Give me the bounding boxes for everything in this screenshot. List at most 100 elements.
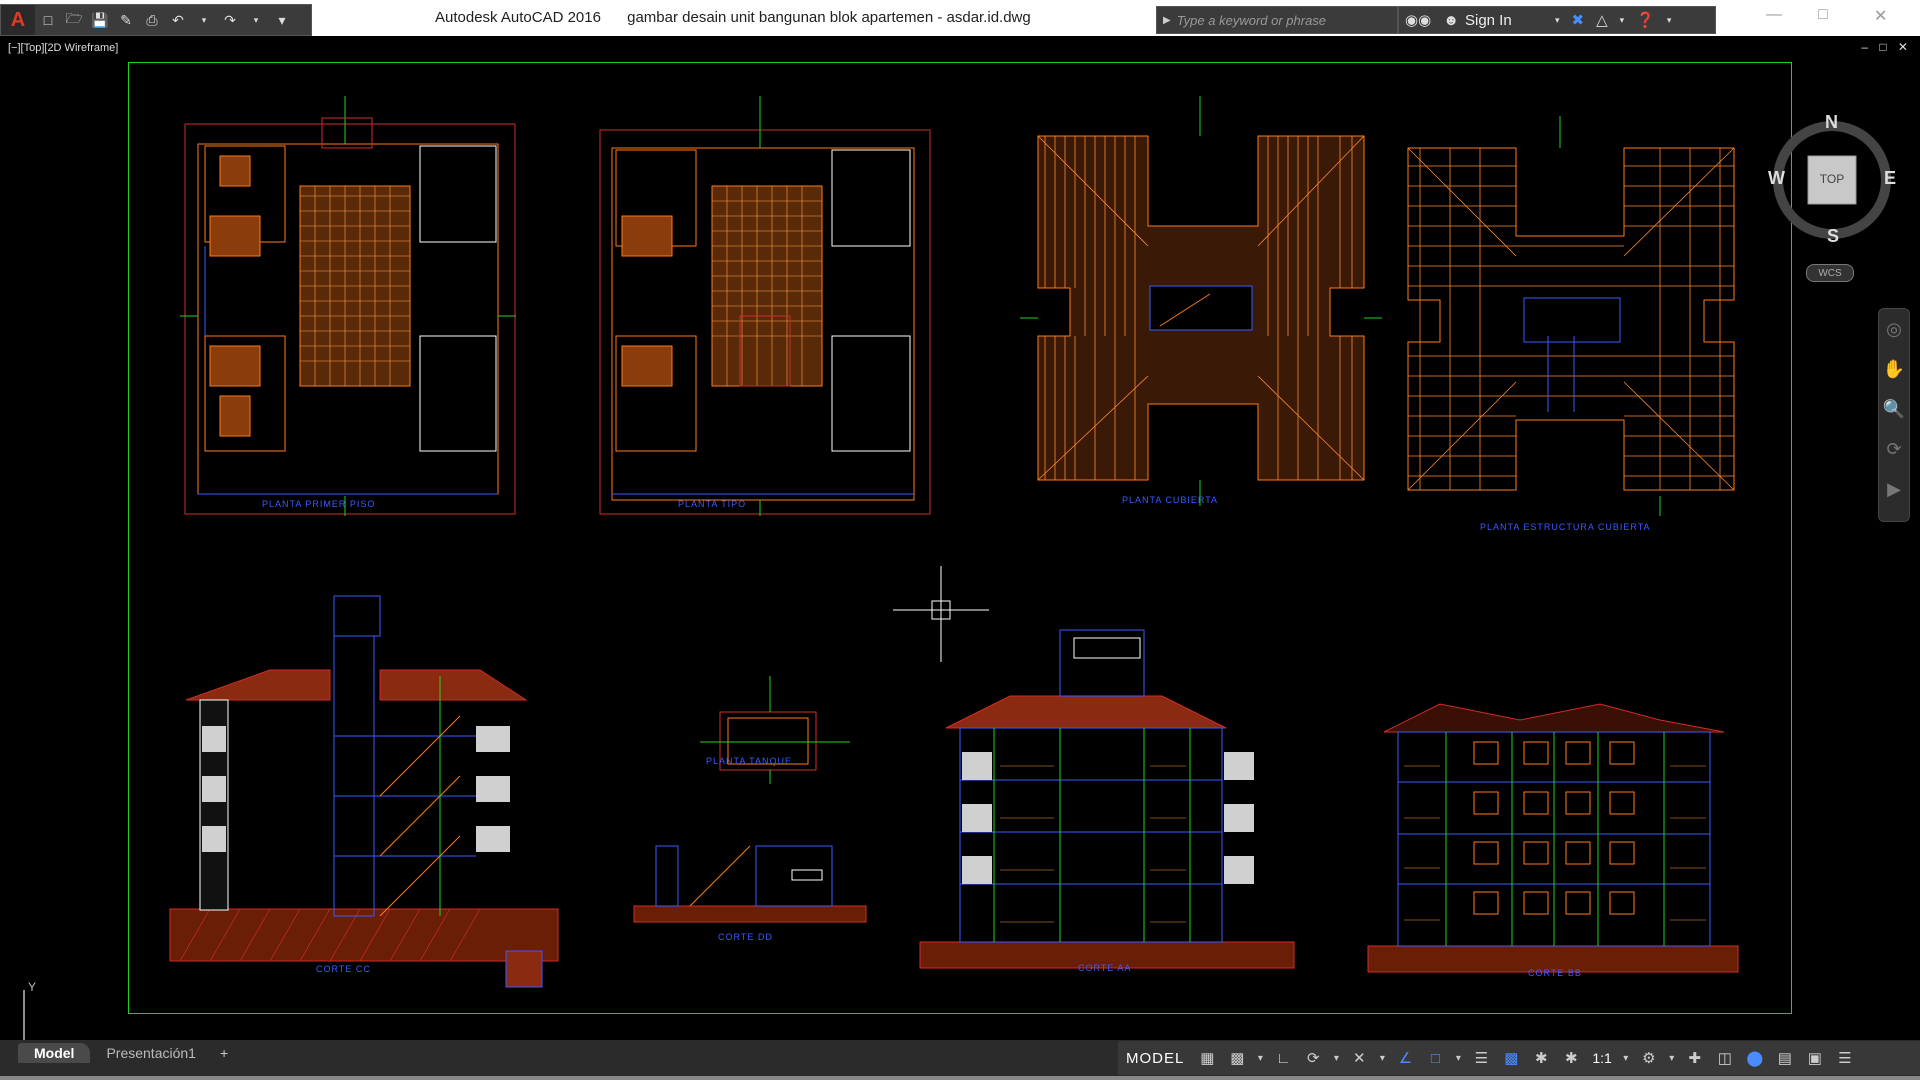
label-planta-estructura: PLANTA ESTRUCTURA CUBIERTA xyxy=(1480,522,1651,532)
application-menu-button[interactable]: A xyxy=(1,5,35,35)
snap-icon[interactable]: ▩ xyxy=(1222,1049,1252,1067)
infer-constraints-icon[interactable]: ∟ xyxy=(1268,1050,1298,1067)
label-planta-primer-piso: PLANTA PRIMER PISO xyxy=(262,499,376,509)
roof-structure-plan xyxy=(1407,116,1735,516)
quick-access-toolbar: A □ 🗁 💾 ✎ ⎙ ↶ ▾ ↷ ▾ ▾ xyxy=(0,4,312,36)
tab-presentacion1[interactable]: Presentación1 xyxy=(90,1043,212,1063)
redo-dropdown-icon[interactable]: ▾ xyxy=(245,9,267,31)
account-area: ◉◉ ☻ Sign In ▾ ✖ △ ▾ ❓ ▾ xyxy=(1398,6,1716,34)
grid-icon[interactable]: ▦ xyxy=(1192,1049,1222,1067)
annotation-scale[interactable]: 1:1 xyxy=(1586,1050,1617,1066)
floor-plan-typical xyxy=(599,96,931,516)
orbit-icon[interactable]: ⟳ xyxy=(1879,429,1909,469)
crosshair-cursor xyxy=(893,566,989,662)
close-icon[interactable]: ✕ xyxy=(1874,6,1887,26)
compass-east[interactable]: E xyxy=(1884,168,1896,189)
annotation-monitor-icon[interactable]: ✚ xyxy=(1680,1049,1710,1067)
label-planta-cubierta: PLANTA CUBIERTA xyxy=(1122,495,1219,505)
360-dropdown-icon[interactable]: ▾ xyxy=(1620,15,1625,26)
steering-wheel-icon[interactable]: ◎ xyxy=(1879,309,1909,349)
sign-in-button[interactable]: Sign In xyxy=(1465,12,1549,29)
help-dropdown-icon[interactable]: ▾ xyxy=(1667,15,1672,26)
expand-icon[interactable]: ▶ xyxy=(1163,15,1171,26)
compass-south[interactable]: S xyxy=(1827,226,1839,247)
exchange-icon[interactable]: ✖ xyxy=(1572,11,1585,29)
section-dd xyxy=(633,845,867,923)
label-corte-aa: CORTE AA xyxy=(1078,963,1132,973)
section-aa xyxy=(919,629,1295,969)
drawing-area[interactable]: [−][Top][2D Wireframe] – □ ✕ PLANTA PRIM… xyxy=(0,36,1920,1052)
customization-icon[interactable]: ☰ xyxy=(1830,1049,1860,1067)
search-input[interactable]: ▶ Type a keyword or phrase xyxy=(1156,6,1398,34)
open-icon[interactable]: 🗁 xyxy=(63,9,85,31)
plot-icon[interactable]: ⎙ xyxy=(141,9,163,31)
snap-dropdown-icon[interactable]: ▾ xyxy=(1252,1053,1268,1064)
save-as-icon[interactable]: ✎ xyxy=(115,9,137,31)
tank-plan xyxy=(700,676,850,784)
label-corte-dd: CORTE DD xyxy=(718,932,773,942)
floor-plan-first xyxy=(180,96,516,516)
workspace-dropdown-icon[interactable]: ▾ xyxy=(1664,1053,1680,1064)
object-snap-icon[interactable]: □ xyxy=(1420,1050,1450,1067)
isolate-objects-icon[interactable]: ⬤ xyxy=(1740,1049,1770,1067)
user-icon[interactable]: ☻ xyxy=(1443,12,1459,29)
compass-north[interactable]: N xyxy=(1825,112,1838,133)
workspace-gear-icon[interactable]: ⚙ xyxy=(1634,1049,1664,1067)
showmotion-icon[interactable]: ▶ xyxy=(1879,469,1909,509)
section-cc xyxy=(169,595,559,988)
polar-dropdown-icon[interactable]: ▾ xyxy=(1328,1053,1344,1064)
viewcube[interactable]: TOP N S E W xyxy=(1768,112,1896,247)
clean-screen-icon[interactable]: ▣ xyxy=(1800,1049,1830,1067)
object-snap-tracking-icon[interactable]: ∠ xyxy=(1390,1049,1420,1067)
isodraft-dropdown-icon[interactable]: ▾ xyxy=(1374,1053,1390,1064)
help-icon[interactable]: ❓ xyxy=(1636,11,1655,29)
ucs-y-label: Y xyxy=(28,980,37,994)
scale-dropdown-icon[interactable]: ▾ xyxy=(1618,1053,1634,1064)
units-icon[interactable]: ◫ xyxy=(1710,1049,1740,1067)
maximize-icon[interactable]: □ xyxy=(1818,6,1828,24)
status-tools: MODEL ▦ ▩ ▾ ∟ ⟳ ▾ ✕ ▾ ∠ □ ▾ ☰ ▩ ✱ ✱ 1:1 … xyxy=(1118,1041,1920,1075)
viewcube-top-face[interactable]: TOP xyxy=(1808,172,1856,186)
label-corte-cc: CORTE CC xyxy=(316,964,371,974)
app-name: Autodesk AutoCAD 2016 xyxy=(435,9,601,26)
add-layout-button[interactable]: + xyxy=(212,1043,236,1063)
compass-west[interactable]: W xyxy=(1768,168,1785,189)
label-planta-tipo: PLANTA TIPO xyxy=(678,499,747,509)
model-space-button[interactable]: MODEL xyxy=(1118,1050,1192,1067)
zoom-icon[interactable]: 🔍 xyxy=(1879,389,1909,429)
polar-tracking-icon[interactable]: ⟳ xyxy=(1298,1049,1328,1067)
cad-drawing xyxy=(169,96,1739,988)
hardware-acceleration-icon[interactable]: ▤ xyxy=(1770,1049,1800,1067)
lineweight-icon[interactable]: ☰ xyxy=(1466,1049,1496,1067)
pan-icon[interactable]: ✋ xyxy=(1879,349,1909,389)
autocad-logo-icon: A xyxy=(10,8,26,31)
title-bar: A □ 🗁 💾 ✎ ⎙ ↶ ▾ ↷ ▾ ▾ Autodesk AutoCAD 2… xyxy=(0,0,1920,36)
status-bar: Model Presentación1 + MODEL ▦ ▩ ▾ ∟ ⟳ ▾ … xyxy=(0,1040,1920,1080)
binoculars-icon[interactable]: ◉◉ xyxy=(1405,11,1431,29)
isodraft-icon[interactable]: ✕ xyxy=(1344,1049,1374,1067)
tab-model[interactable]: Model xyxy=(18,1043,91,1063)
customize-icon[interactable]: ▾ xyxy=(271,9,293,31)
save-icon[interactable]: 💾 xyxy=(89,9,111,31)
navigation-bar: ◎ ✋ 🔍 ⟳ ▶ xyxy=(1878,308,1910,522)
label-planta-tanque: PLANTA TANQUE xyxy=(706,756,793,766)
undo-icon[interactable]: ↶ xyxy=(167,9,189,31)
section-bb xyxy=(1367,703,1739,973)
window-title: Autodesk AutoCAD 2016 gambar desain unit… xyxy=(435,9,1053,26)
osnap-dropdown-icon[interactable]: ▾ xyxy=(1450,1053,1466,1064)
layout-tabs: Model Presentación1 + xyxy=(18,1042,236,1064)
roof-plan xyxy=(1020,96,1382,506)
auto-scale-icon[interactable]: ✱ xyxy=(1556,1049,1586,1067)
undo-dropdown-icon[interactable]: ▾ xyxy=(193,9,215,31)
annotation-visibility-icon[interactable]: ✱ xyxy=(1526,1049,1556,1067)
new-icon[interactable]: □ xyxy=(37,9,59,31)
minimize-icon[interactable]: — xyxy=(1766,6,1782,24)
sign-in-dropdown-icon[interactable]: ▾ xyxy=(1555,15,1560,26)
file-name: gambar desain unit bangunan blok apartem… xyxy=(627,9,1031,26)
search-placeholder: Type a keyword or phrase xyxy=(1176,12,1327,28)
label-corte-bb: CORTE BB xyxy=(1528,968,1582,978)
wcs-menu[interactable]: WCS xyxy=(1806,264,1854,282)
redo-icon[interactable]: ↷ xyxy=(219,9,241,31)
transparency-icon[interactable]: ▩ xyxy=(1496,1049,1526,1067)
autodesk-360-icon[interactable]: △ xyxy=(1596,11,1608,29)
